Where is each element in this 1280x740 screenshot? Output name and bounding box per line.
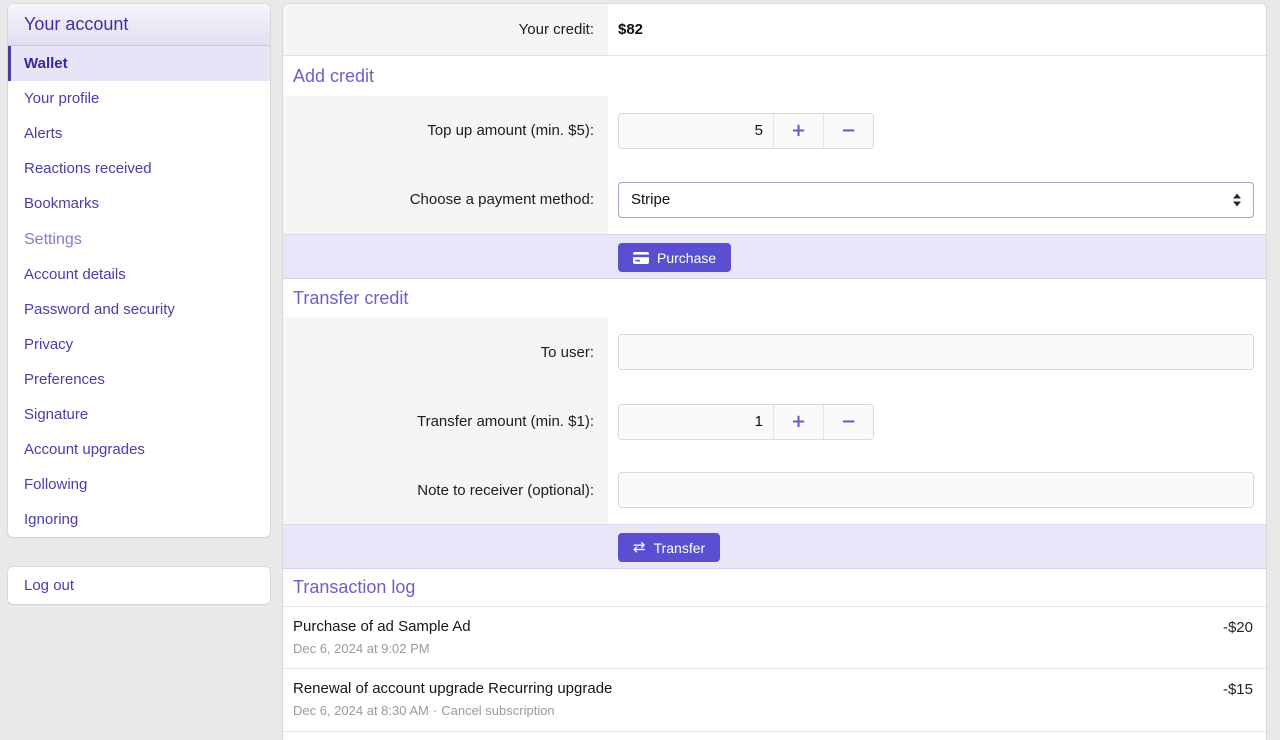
sidebar-section-settings: Settings <box>8 221 270 257</box>
payment-method-value: Stripe <box>631 191 670 208</box>
to-user-label: To user: <box>283 317 608 387</box>
sidebar-item-signature[interactable]: Signature <box>8 397 270 432</box>
sidebar-title: Your account <box>8 4 270 46</box>
payment-method-label: Choose a payment method: <box>283 165 608 234</box>
your-credit-value: $82 <box>618 21 643 38</box>
transfer-credit-footer: ⇄ Transfer <box>283 524 1266 569</box>
payment-method-row: Choose a payment method: Stripe <box>283 165 1266 234</box>
topup-amount-row: Top up amount (min. $5): + − <box>283 96 1266 165</box>
sidebar-item-your-profile[interactable]: Your profile <box>8 81 270 116</box>
sidebar-item-reactions-received[interactable]: Reactions received <box>8 151 270 186</box>
transaction-row: Renewal of account upgrade Recurring upg… <box>283 669 1266 732</box>
wallet-panel: Your credit: $82 Add credit Top up amoun… <box>283 4 1266 740</box>
credit-card-icon <box>633 252 649 264</box>
transfer-amount-label: Transfer amount (min. $1): <box>283 387 608 456</box>
transfer-decrement-button[interactable]: − <box>823 405 873 439</box>
transfer-amount-row: Transfer amount (min. $1): + − <box>283 387 1266 456</box>
transaction-amount: -$15 <box>1223 681 1253 698</box>
logout-link[interactable]: Log out <box>24 577 74 594</box>
add-credit-footer: Purchase <box>283 234 1266 279</box>
transaction-row: Purchase of ad Sample Ad Dec 6, 2024 at … <box>283 607 1266 669</box>
dot-separator: · <box>433 703 437 718</box>
your-credit-label: Your credit: <box>283 4 608 55</box>
transaction-title: Renewal of account upgrade Recurring upg… <box>293 679 1254 699</box>
sidebar-item-password-security[interactable]: Password and security <box>8 292 270 327</box>
cancel-subscription-link[interactable]: Cancel subscription <box>441 703 554 718</box>
sidebar-nav: Wallet Your profile Alerts Reactions rec… <box>8 46 270 537</box>
your-credit-row: Your credit: $82 <box>283 4 1266 56</box>
transfer-amount-input[interactable] <box>619 405 773 439</box>
transaction-date: Dec 6, 2024 at 9:02 PM <box>293 641 430 656</box>
note-to-receiver-input[interactable] <box>618 472 1254 508</box>
transaction-title: Purchase of ad Sample Ad <box>293 617 1254 637</box>
account-sidebar: Your account Wallet Your profile Alerts … <box>8 4 270 537</box>
transfer-increment-button[interactable]: + <box>773 405 823 439</box>
note-to-receiver-row: Note to receiver (optional): <box>283 456 1266 524</box>
sidebar-item-alerts[interactable]: Alerts <box>8 116 270 151</box>
to-user-input[interactable] <box>618 334 1254 370</box>
transfer-button-label: Transfer <box>654 540 706 556</box>
transfer-button[interactable]: ⇄ Transfer <box>618 533 720 562</box>
transaction-date: Dec 6, 2024 at 8:30 AM <box>293 703 429 718</box>
to-user-row: To user: <box>283 317 1266 387</box>
transaction-row-partial <box>283 732 1266 739</box>
topup-amount-label: Top up amount (min. $5): <box>283 96 608 165</box>
note-to-receiver-label: Note to receiver (optional): <box>283 456 608 524</box>
select-arrows-icon <box>1233 193 1241 206</box>
transfer-arrows-icon: ⇄ <box>633 540 646 555</box>
purchase-button[interactable]: Purchase <box>618 243 731 272</box>
sidebar-item-preferences[interactable]: Preferences <box>8 362 270 397</box>
sidebar-item-wallet[interactable]: Wallet <box>8 46 270 81</box>
sidebar-item-following[interactable]: Following <box>8 467 270 502</box>
add-credit-title: Add credit <box>283 56 1266 96</box>
logout-card: Log out <box>8 567 270 604</box>
transaction-log-title: Transaction log <box>283 569 1266 607</box>
sidebar-item-account-upgrades[interactable]: Account upgrades <box>8 432 270 467</box>
transfer-credit-title: Transfer credit <box>283 279 1266 317</box>
purchase-button-label: Purchase <box>657 250 716 266</box>
sidebar-item-privacy[interactable]: Privacy <box>8 327 270 362</box>
payment-method-select[interactable]: Stripe <box>618 182 1254 218</box>
transfer-amount-stepper: + − <box>618 404 874 440</box>
sidebar-item-bookmarks[interactable]: Bookmarks <box>8 186 270 221</box>
transaction-amount: -$20 <box>1223 619 1253 636</box>
topup-decrement-button[interactable]: − <box>823 114 873 148</box>
sidebar-item-account-details[interactable]: Account details <box>8 257 270 292</box>
sidebar-item-ignoring[interactable]: Ignoring <box>8 502 270 537</box>
topup-amount-input[interactable] <box>619 114 773 148</box>
topup-amount-stepper: + − <box>618 113 874 149</box>
topup-increment-button[interactable]: + <box>773 114 823 148</box>
